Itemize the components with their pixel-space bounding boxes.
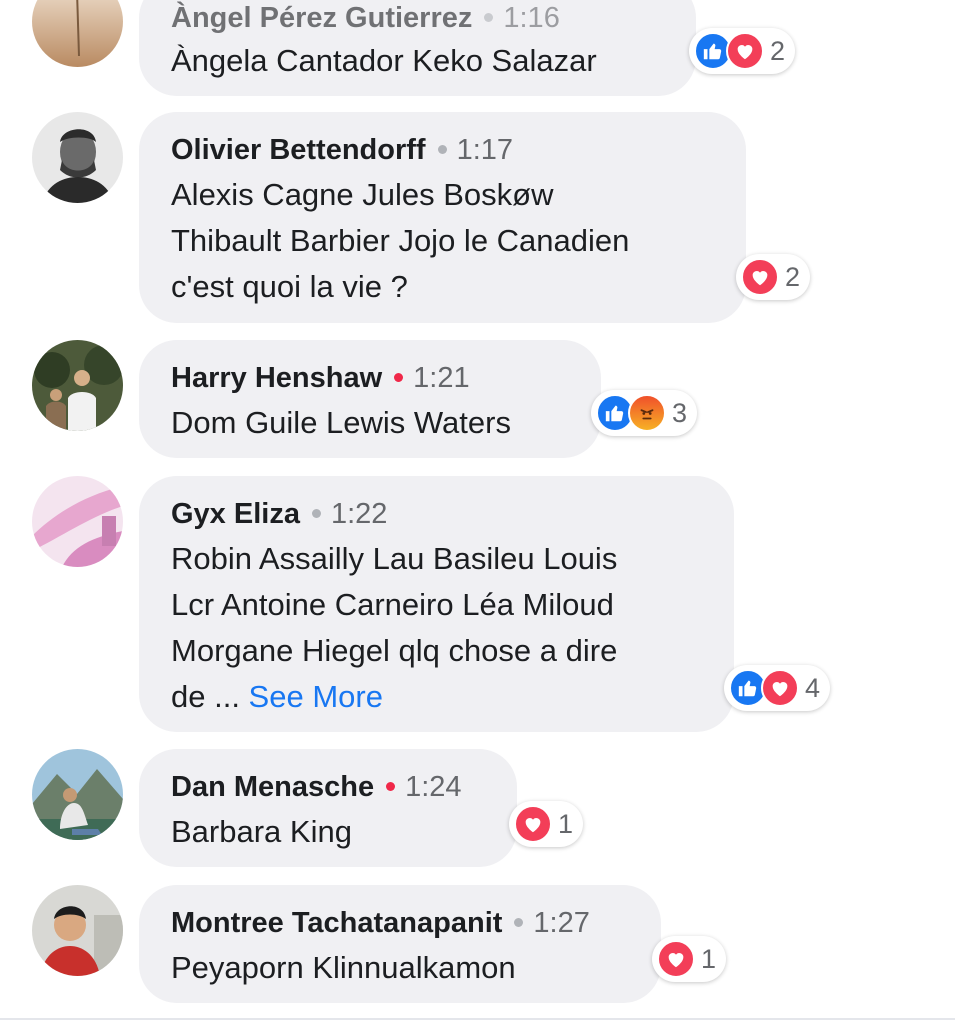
comment-bubble: Harry Henshaw 1:21 Dom Guile Lewis Waters xyxy=(139,340,601,458)
love-reaction-icon xyxy=(726,32,764,70)
comment-author[interactable]: Olivier Bettendorff xyxy=(171,134,426,166)
avatar[interactable] xyxy=(32,340,123,431)
online-status-dot xyxy=(386,781,396,791)
comment-author[interactable]: Montree Tachatanapanit xyxy=(171,907,502,939)
comment-time[interactable]: 1:27 xyxy=(533,907,589,939)
comment-text-truncated: de ... xyxy=(171,679,249,714)
comment-text: Peyaporn Klinnualkamon xyxy=(171,950,516,985)
comment-text: Lcr Antoine Carneiro Léa Miloud xyxy=(171,587,614,622)
avatar[interactable] xyxy=(32,476,123,567)
comment-bubble: Àngel Pérez Gutierrez 1:16 Àngela Cantado… xyxy=(139,0,696,96)
love-reaction-icon xyxy=(514,805,552,843)
reaction-count: 1 xyxy=(701,943,717,974)
comment-time[interactable]: 1:17 xyxy=(457,134,513,166)
comment-bubble: Olivier Bettendorff 1:17 Alexis Cagne Jul… xyxy=(139,112,746,323)
love-reaction-icon xyxy=(761,669,799,707)
reaction-count: 3 xyxy=(672,397,688,428)
avatar[interactable] xyxy=(32,885,123,976)
separator-dot xyxy=(514,917,524,927)
comment-bubble: Dan Menasche 1:24 Barbara King xyxy=(139,749,517,867)
comment-text: Alexis Cagne Jules Boskøw xyxy=(171,177,554,212)
reaction-count: 4 xyxy=(805,672,821,703)
comment-time[interactable]: 1:16 xyxy=(503,2,559,34)
divider xyxy=(0,1018,955,1020)
comment-text: Robin Assailly Lau Basileu Louis xyxy=(171,541,618,576)
reaction-count: 2 xyxy=(770,35,786,66)
separator-dot xyxy=(311,508,321,518)
love-reaction-icon xyxy=(741,258,779,296)
reactions-summary[interactable]: 1 xyxy=(509,801,584,847)
comment-author[interactable]: Dan Menasche xyxy=(171,771,374,803)
comment-author[interactable]: Gyx Eliza xyxy=(171,498,300,530)
comment-time[interactable]: 1:22 xyxy=(331,498,387,530)
separator-dot xyxy=(484,12,494,22)
angry-reaction-icon xyxy=(628,394,666,432)
comment-author[interactable]: Harry Henshaw xyxy=(171,362,382,394)
comment-text: Dom Guile Lewis Waters xyxy=(171,405,511,440)
love-reaction-icon xyxy=(657,940,695,978)
comment-bubble: Gyx Eliza 1:22 Robin Assailly Lau Basileu… xyxy=(139,476,734,732)
comment-bubble: Montree Tachatanapanit 1:27 Peyaporn Klin… xyxy=(139,885,661,1003)
reaction-count: 1 xyxy=(558,808,574,839)
comment-author[interactable]: Àngel Pérez Gutierrez xyxy=(171,2,472,34)
comment-text: c'est quoi la vie ? xyxy=(171,269,408,304)
separator-dot xyxy=(437,144,447,154)
reactions-summary[interactable]: 4 xyxy=(724,665,831,711)
reactions-summary[interactable]: 2 xyxy=(736,254,811,300)
reactions-summary[interactable]: 2 xyxy=(689,28,796,74)
comment-text: de ... See More xyxy=(171,674,702,720)
comment-text: Barbara King xyxy=(171,814,352,849)
comment-text: Àngela Cantador Keko Salazar xyxy=(171,43,597,78)
reactions-summary[interactable]: 1 xyxy=(652,936,727,982)
avatar[interactable] xyxy=(32,749,123,840)
online-status-dot xyxy=(394,372,404,382)
comment-text: Morgane Hiegel qlq chose a dire xyxy=(171,633,618,668)
comment-text: Thibault Barbier Jojo le Canadien xyxy=(171,223,630,258)
comment-time[interactable]: 1:24 xyxy=(405,771,461,803)
reactions-summary[interactable]: 3 xyxy=(591,390,698,436)
avatar[interactable] xyxy=(32,0,123,67)
see-more-link[interactable]: See More xyxy=(249,679,383,714)
comment-time[interactable]: 1:21 xyxy=(413,362,469,394)
avatar[interactable] xyxy=(32,112,123,203)
reaction-count: 2 xyxy=(785,261,801,292)
